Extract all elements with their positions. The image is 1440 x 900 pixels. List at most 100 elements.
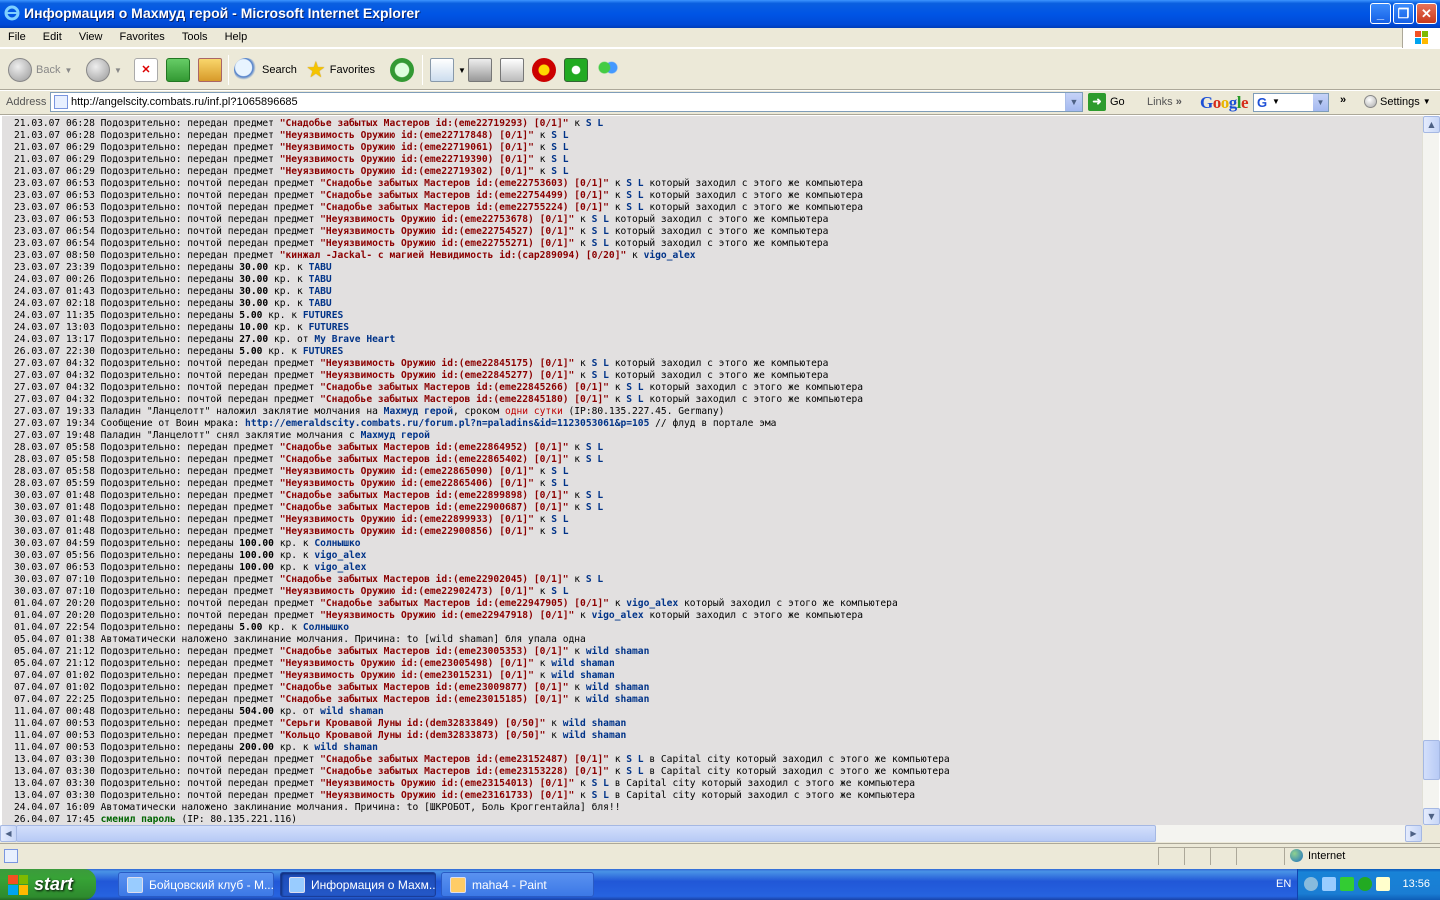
player-name[interactable]: FUTURES	[309, 322, 349, 333]
taskbar-item-info-page[interactable]: Информация о Махм...	[280, 872, 436, 897]
scroll-left-icon[interactable]: ◀	[0, 825, 17, 842]
extension-button-1[interactable]	[532, 54, 556, 86]
player-name[interactable]: vigo_alex	[592, 610, 644, 621]
player-name[interactable]: wild shaman	[551, 670, 615, 681]
menu-edit[interactable]: Edit	[35, 28, 68, 43]
player-name[interactable]: S L	[586, 490, 603, 501]
horizontal-scroll-thumb[interactable]	[16, 825, 1156, 842]
mail-button[interactable]: ▼	[430, 54, 466, 86]
scroll-up-icon[interactable]: ▲	[1423, 116, 1440, 133]
player-name[interactable]: S L	[586, 118, 603, 129]
player-name[interactable]: S L	[586, 454, 603, 465]
search-button[interactable]: Search	[234, 54, 297, 86]
address-input[interactable]: http://angelscity.combats.ru/inf.pl?1065…	[50, 92, 1083, 112]
player-name[interactable]: TABU	[309, 274, 332, 285]
player-name[interactable]: wild shaman	[586, 694, 650, 705]
menu-favorites[interactable]: Favorites	[112, 28, 171, 43]
player-name[interactable]: wild shaman	[320, 706, 384, 717]
print-button[interactable]	[468, 54, 492, 86]
player-name[interactable]: wild shaman	[586, 682, 650, 693]
taskbar-item-fight-club[interactable]: Бойцовский клуб - М...	[118, 872, 274, 897]
player-name[interactable]: wild shaman	[563, 718, 627, 729]
player-name[interactable]: vigo_alex	[314, 562, 366, 573]
player-name[interactable]: Солнышко	[303, 622, 349, 633]
scroll-right-icon[interactable]: ▶	[1405, 825, 1422, 842]
extension-button-2[interactable]	[564, 54, 588, 86]
menu-tools[interactable]: Tools	[174, 28, 214, 43]
taskbar-item-paint[interactable]: maha4 - Paint	[441, 872, 594, 897]
player-name[interactable]: S L	[592, 358, 609, 369]
player-name[interactable]: TABU	[309, 298, 332, 309]
vertical-scrollbar[interactable]: ▲ ▼	[1422, 116, 1440, 825]
player-name[interactable]: S L	[592, 238, 609, 249]
player-name[interactable]: S L	[626, 394, 643, 405]
player-name[interactable]: S L	[592, 226, 609, 237]
restore-button[interactable]: ❐	[1393, 3, 1414, 24]
player-name[interactable]: S L	[592, 790, 609, 801]
edit-button[interactable]	[500, 54, 524, 86]
menu-file[interactable]: File	[0, 28, 32, 43]
google-search-input[interactable]: G ▼ ▼	[1253, 93, 1329, 112]
favorites-button[interactable]: ★ Favorites	[306, 54, 375, 86]
player-name[interactable]: S L	[551, 586, 568, 597]
messenger-button[interactable]	[596, 54, 620, 86]
player-name[interactable]: S L	[551, 526, 568, 537]
player-name[interactable]: Махмуд герой	[384, 406, 453, 417]
log-link[interactable]: http://emeraldscity.combats.ru/forum.pl?…	[245, 418, 649, 429]
player-name[interactable]: S L	[626, 202, 643, 213]
player-name[interactable]: wild shaman	[314, 742, 378, 753]
player-name[interactable]: wild shaman	[551, 658, 615, 669]
chevron-down-icon[interactable]: ▼	[1313, 94, 1328, 111]
settings-button[interactable]: Settings ▼	[1364, 95, 1431, 108]
player-name[interactable]: vigo_alex	[644, 250, 696, 261]
player-name[interactable]: TABU	[309, 286, 332, 297]
player-name[interactable]: vigo_alex	[626, 598, 678, 609]
network-icon[interactable]	[1322, 877, 1336, 891]
player-name[interactable]: S L	[592, 778, 609, 789]
player-name[interactable]: S L	[551, 166, 568, 177]
player-name[interactable]: S L	[626, 754, 643, 765]
refresh-button[interactable]	[166, 54, 190, 86]
menu-help[interactable]: Help	[217, 28, 254, 43]
player-name[interactable]: S L	[551, 466, 568, 477]
player-name[interactable]: FUTURES	[303, 310, 343, 321]
back-button[interactable]: Back ▼	[8, 54, 72, 86]
start-button[interactable]: start	[0, 869, 96, 900]
player-name[interactable]: S L	[626, 190, 643, 201]
player-name[interactable]: TABU	[309, 262, 332, 273]
player-name[interactable]: S L	[551, 478, 568, 489]
player-name[interactable]: S L	[551, 514, 568, 525]
player-name[interactable]: wild shaman	[563, 730, 627, 741]
home-button[interactable]	[198, 54, 222, 86]
player-name[interactable]: S L	[586, 574, 603, 585]
close-button[interactable]: ✕	[1416, 3, 1437, 24]
player-name[interactable]: S L	[626, 382, 643, 393]
forward-button[interactable]: ▼	[86, 54, 122, 86]
scroll-down-icon[interactable]: ▼	[1423, 808, 1440, 825]
links-toolbar[interactable]: Links »	[1147, 96, 1182, 108]
player-name[interactable]: S L	[551, 130, 568, 141]
chevron-down-icon[interactable]: ▼	[1065, 93, 1082, 111]
menu-view[interactable]: View	[71, 28, 109, 43]
tray-expand-icon[interactable]	[1304, 877, 1318, 891]
player-name[interactable]: S L	[626, 766, 643, 777]
tray-edit-icon[interactable]	[1376, 877, 1390, 891]
language-indicator[interactable]: EN	[1276, 878, 1291, 890]
player-name[interactable]: S L	[551, 154, 568, 165]
clover-tray-icon[interactable]	[1358, 877, 1372, 891]
player-name[interactable]: S L	[586, 442, 603, 453]
player-name[interactable]: Солнышко	[314, 538, 360, 549]
minimize-button[interactable]: _	[1370, 3, 1391, 24]
player-name[interactable]: S L	[626, 178, 643, 189]
player-name[interactable]: wild shaman	[586, 646, 650, 657]
player-name[interactable]: S L	[586, 502, 603, 513]
history-button[interactable]	[390, 54, 414, 86]
tray-app-icon[interactable]	[1340, 877, 1354, 891]
chevron-right-icon[interactable]: »	[1340, 94, 1346, 106]
player-name[interactable]: S L	[551, 142, 568, 153]
player-name[interactable]: FUTURES	[303, 346, 343, 357]
player-name[interactable]: S L	[592, 370, 609, 381]
go-button[interactable]: ➜ Go	[1088, 93, 1125, 111]
stop-button[interactable]: ✕	[134, 54, 158, 86]
address-url[interactable]: http://angelscity.combats.ru/inf.pl?1065…	[71, 96, 298, 108]
